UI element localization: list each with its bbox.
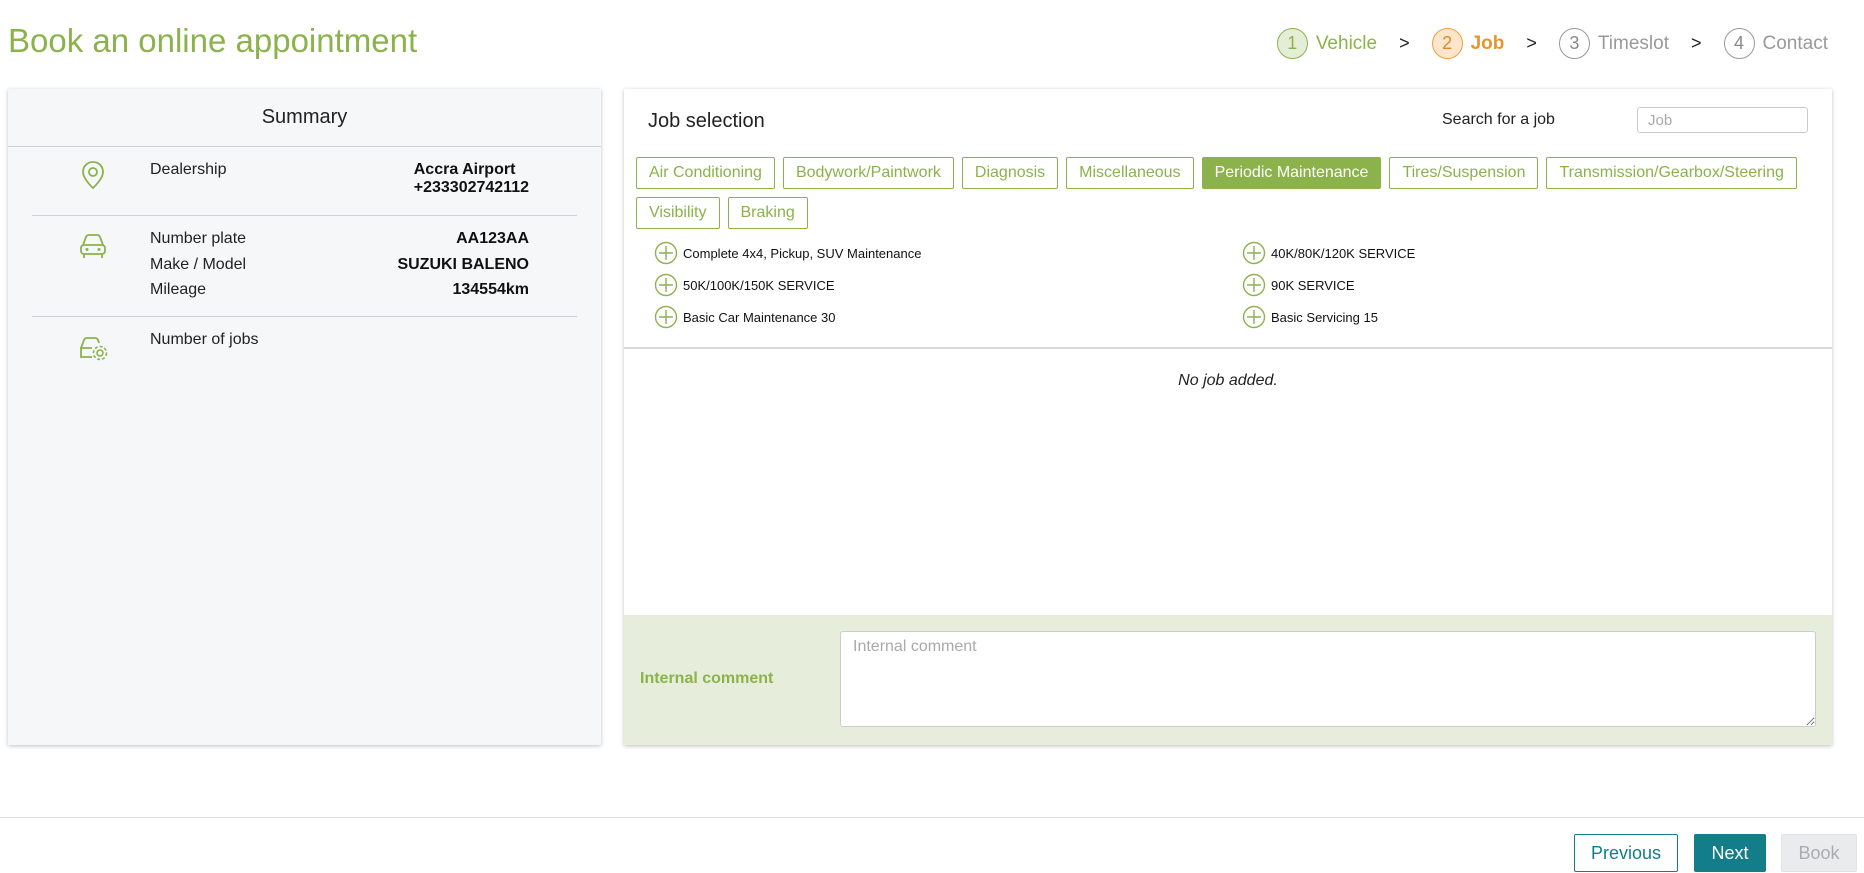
dealership-label: Dealership	[150, 161, 227, 178]
add-circle-icon[interactable]	[1242, 241, 1266, 265]
step-label: Contact	[1762, 32, 1828, 54]
job-label: 50K/100K/150K SERVICE	[683, 277, 835, 293]
category-diagnosis[interactable]: Diagnosis	[961, 157, 1059, 189]
make-model-value: SUZUKI BALENO	[397, 256, 529, 273]
make-model-row: Make / Model SUZUKI BALENO	[150, 256, 529, 274]
mileage-row: Mileage 134554km	[150, 281, 529, 299]
step-contact: 4 Contact	[1723, 28, 1828, 59]
footer-divider	[0, 817, 1864, 818]
step-timeslot: 3 Timeslot	[1558, 28, 1669, 59]
no-job-message: No job added.	[1178, 372, 1278, 389]
step-number: 4	[1723, 28, 1755, 59]
job-selection-title: Job selection	[648, 110, 765, 132]
step-separator: >	[1399, 33, 1410, 53]
step-vehicle[interactable]: 1 Vehicle	[1276, 28, 1378, 59]
job-label: 40K/80K/120K SERVICE	[1271, 245, 1416, 261]
summary-jobs-section: Number of jobs	[32, 317, 577, 377]
job-item[interactable]: 90K SERVICE	[1242, 273, 1355, 297]
dealership-value: Accra Airport +233302742112	[414, 161, 529, 197]
step-separator: >	[1691, 33, 1702, 53]
step-number: 2	[1431, 28, 1463, 59]
category-tires-suspension[interactable]: Tires/Suspension	[1389, 157, 1539, 189]
job-item[interactable]: Basic Car Maintenance 30	[654, 305, 835, 329]
make-model-label: Make / Model	[150, 256, 247, 273]
summary-vehicle-section: Number plate AA123AA Make / Model SUZUKI…	[32, 216, 577, 317]
job-label: 90K SERVICE	[1271, 277, 1355, 293]
job-label: Basic Car Maintenance 30	[683, 309, 836, 325]
location-pin-icon	[82, 161, 104, 190]
job-item[interactable]: 50K/100K/150K SERVICE	[654, 273, 835, 297]
job-selection-panel: Job selection Search for a job Air Condi…	[624, 89, 1832, 745]
job-item[interactable]: Complete 4x4, Pickup, SUV Maintenance	[654, 241, 921, 265]
step-number: 3	[1558, 28, 1590, 59]
step-label: Timeslot	[1597, 32, 1669, 54]
category-transmission-gearbox-steering[interactable]: Transmission/Gearbox/Steering	[1546, 157, 1797, 189]
job-category-list: Air Conditioning Bodywork/Paintwork Diag…	[636, 157, 1826, 229]
job-label: Complete 4x4, Pickup, SUV Maintenance	[683, 245, 922, 261]
dealership-phone: +233302742112	[413, 179, 529, 196]
internal-comment-label: Internal comment	[640, 670, 774, 687]
car-icon	[80, 234, 106, 258]
mileage-label: Mileage	[150, 281, 207, 298]
jobs-count-row: Number of jobs	[150, 331, 529, 349]
number-plate-value: AA123AA	[456, 230, 529, 247]
category-visibility[interactable]: Visibility	[636, 197, 720, 229]
summary-dealership-section: Dealership Accra Airport +233302742112	[32, 147, 577, 216]
step-job[interactable]: 2 Job	[1431, 28, 1505, 59]
add-circle-icon[interactable]	[654, 305, 678, 329]
add-circle-icon[interactable]	[654, 273, 678, 297]
category-braking[interactable]: Braking	[727, 197, 808, 229]
dealership-name: Accra Airport	[413, 161, 516, 178]
category-air-conditioning[interactable]: Air Conditioning	[636, 157, 775, 189]
job-label: Basic Servicing 15	[1271, 309, 1378, 325]
add-circle-icon[interactable]	[654, 241, 678, 265]
number-plate-label: Number plate	[150, 230, 247, 247]
job-list-divider	[624, 347, 1832, 349]
job-item[interactable]: Basic Servicing 15	[1242, 305, 1378, 329]
category-miscellaneous[interactable]: Miscellaneous	[1066, 157, 1194, 189]
category-bodywork-paintwork[interactable]: Bodywork/Paintwork	[782, 157, 954, 189]
number-plate-row: Number plate AA123AA	[150, 230, 529, 248]
mileage-value: 134554km	[452, 281, 529, 298]
add-circle-icon[interactable]	[1242, 273, 1266, 297]
step-label: Vehicle	[1315, 32, 1378, 54]
car-service-icon	[80, 337, 108, 361]
step-label: Job	[1470, 32, 1505, 54]
category-periodic-maintenance[interactable]: Periodic Maintenance	[1201, 157, 1382, 189]
booking-stepper: 1 Vehicle > 2 Job > 3 Timeslot > 4 Conta…	[1276, 28, 1828, 59]
add-circle-icon[interactable]	[1242, 305, 1266, 329]
page-title: Book an online appointment	[8, 22, 418, 59]
job-search-label: Search for a job	[1442, 111, 1555, 128]
internal-comment-field[interactable]	[840, 631, 1816, 727]
step-number: 1	[1276, 28, 1308, 59]
summary-panel: Summary Dealership Accra Airport +233302…	[8, 89, 601, 745]
job-search-input[interactable]	[1637, 107, 1808, 133]
summary-title: Summary	[8, 89, 601, 147]
dealership-row: Dealership Accra Airport +233302742112	[150, 161, 529, 197]
internal-comment-section: Internal comment	[624, 615, 1832, 745]
book-button[interactable]: Book	[1781, 834, 1857, 872]
job-item[interactable]: 40K/80K/120K SERVICE	[1242, 241, 1415, 265]
jobs-count-label: Number of jobs	[150, 331, 259, 348]
next-button[interactable]: Next	[1694, 834, 1766, 872]
step-separator: >	[1526, 33, 1537, 53]
previous-button[interactable]: Previous	[1574, 834, 1678, 872]
